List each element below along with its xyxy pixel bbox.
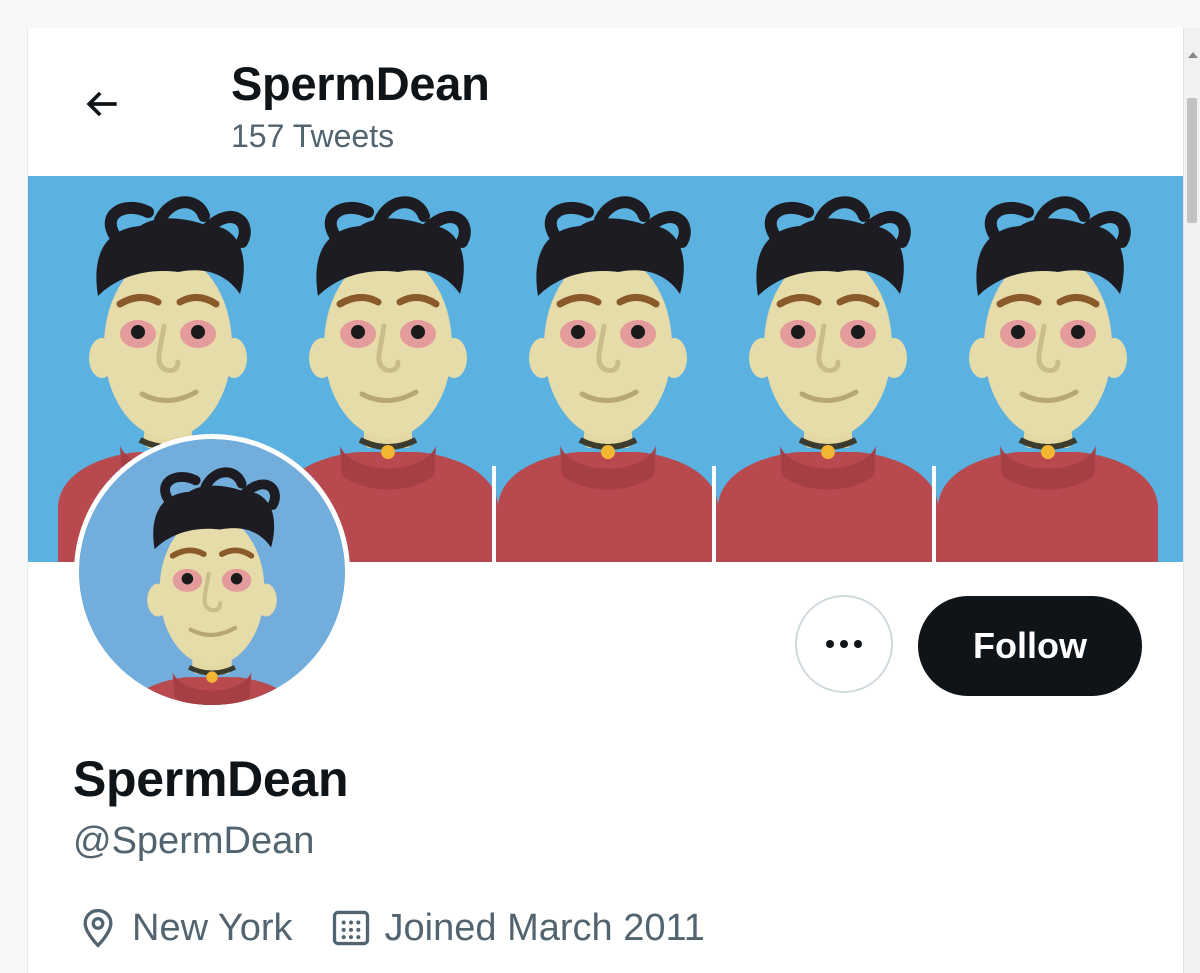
arrow-left-icon xyxy=(86,91,117,117)
joined-text: Joined March 2011 xyxy=(384,906,705,949)
banner-figure xyxy=(498,202,718,562)
more-button[interactable] xyxy=(795,595,893,693)
top-strip xyxy=(0,0,1200,28)
header-tweet-count: 157 Tweets xyxy=(231,118,395,154)
avatar-image xyxy=(79,439,345,705)
page-scrollbar[interactable] xyxy=(1183,28,1200,973)
more-dots-icon xyxy=(826,640,862,648)
chevron-up-icon xyxy=(1187,52,1198,58)
location-item: New York xyxy=(76,906,293,950)
profile-column: SpermDean 157 Tweets Follow SpermDean @S… xyxy=(27,28,1184,973)
back-button[interactable] xyxy=(72,74,132,134)
profile-display-name: SpermDean xyxy=(73,751,349,807)
calendar-icon xyxy=(332,910,369,946)
joined-item: Joined March 2011 xyxy=(329,906,705,950)
follow-button[interactable]: Follow xyxy=(918,596,1142,696)
location-pin-icon xyxy=(83,908,113,948)
banner-figure xyxy=(718,202,938,562)
banner-figure xyxy=(938,202,1158,562)
avatar[interactable] xyxy=(74,434,350,710)
profile-handle: @SpermDean xyxy=(73,820,315,862)
scrollbar-thumb[interactable] xyxy=(1187,98,1197,223)
scroll-up-arrow[interactable] xyxy=(1184,46,1200,63)
header-title: SpermDean xyxy=(231,57,490,110)
profile-meta: New York Joined March 2011 xyxy=(76,906,741,950)
location-text: New York xyxy=(132,906,293,949)
